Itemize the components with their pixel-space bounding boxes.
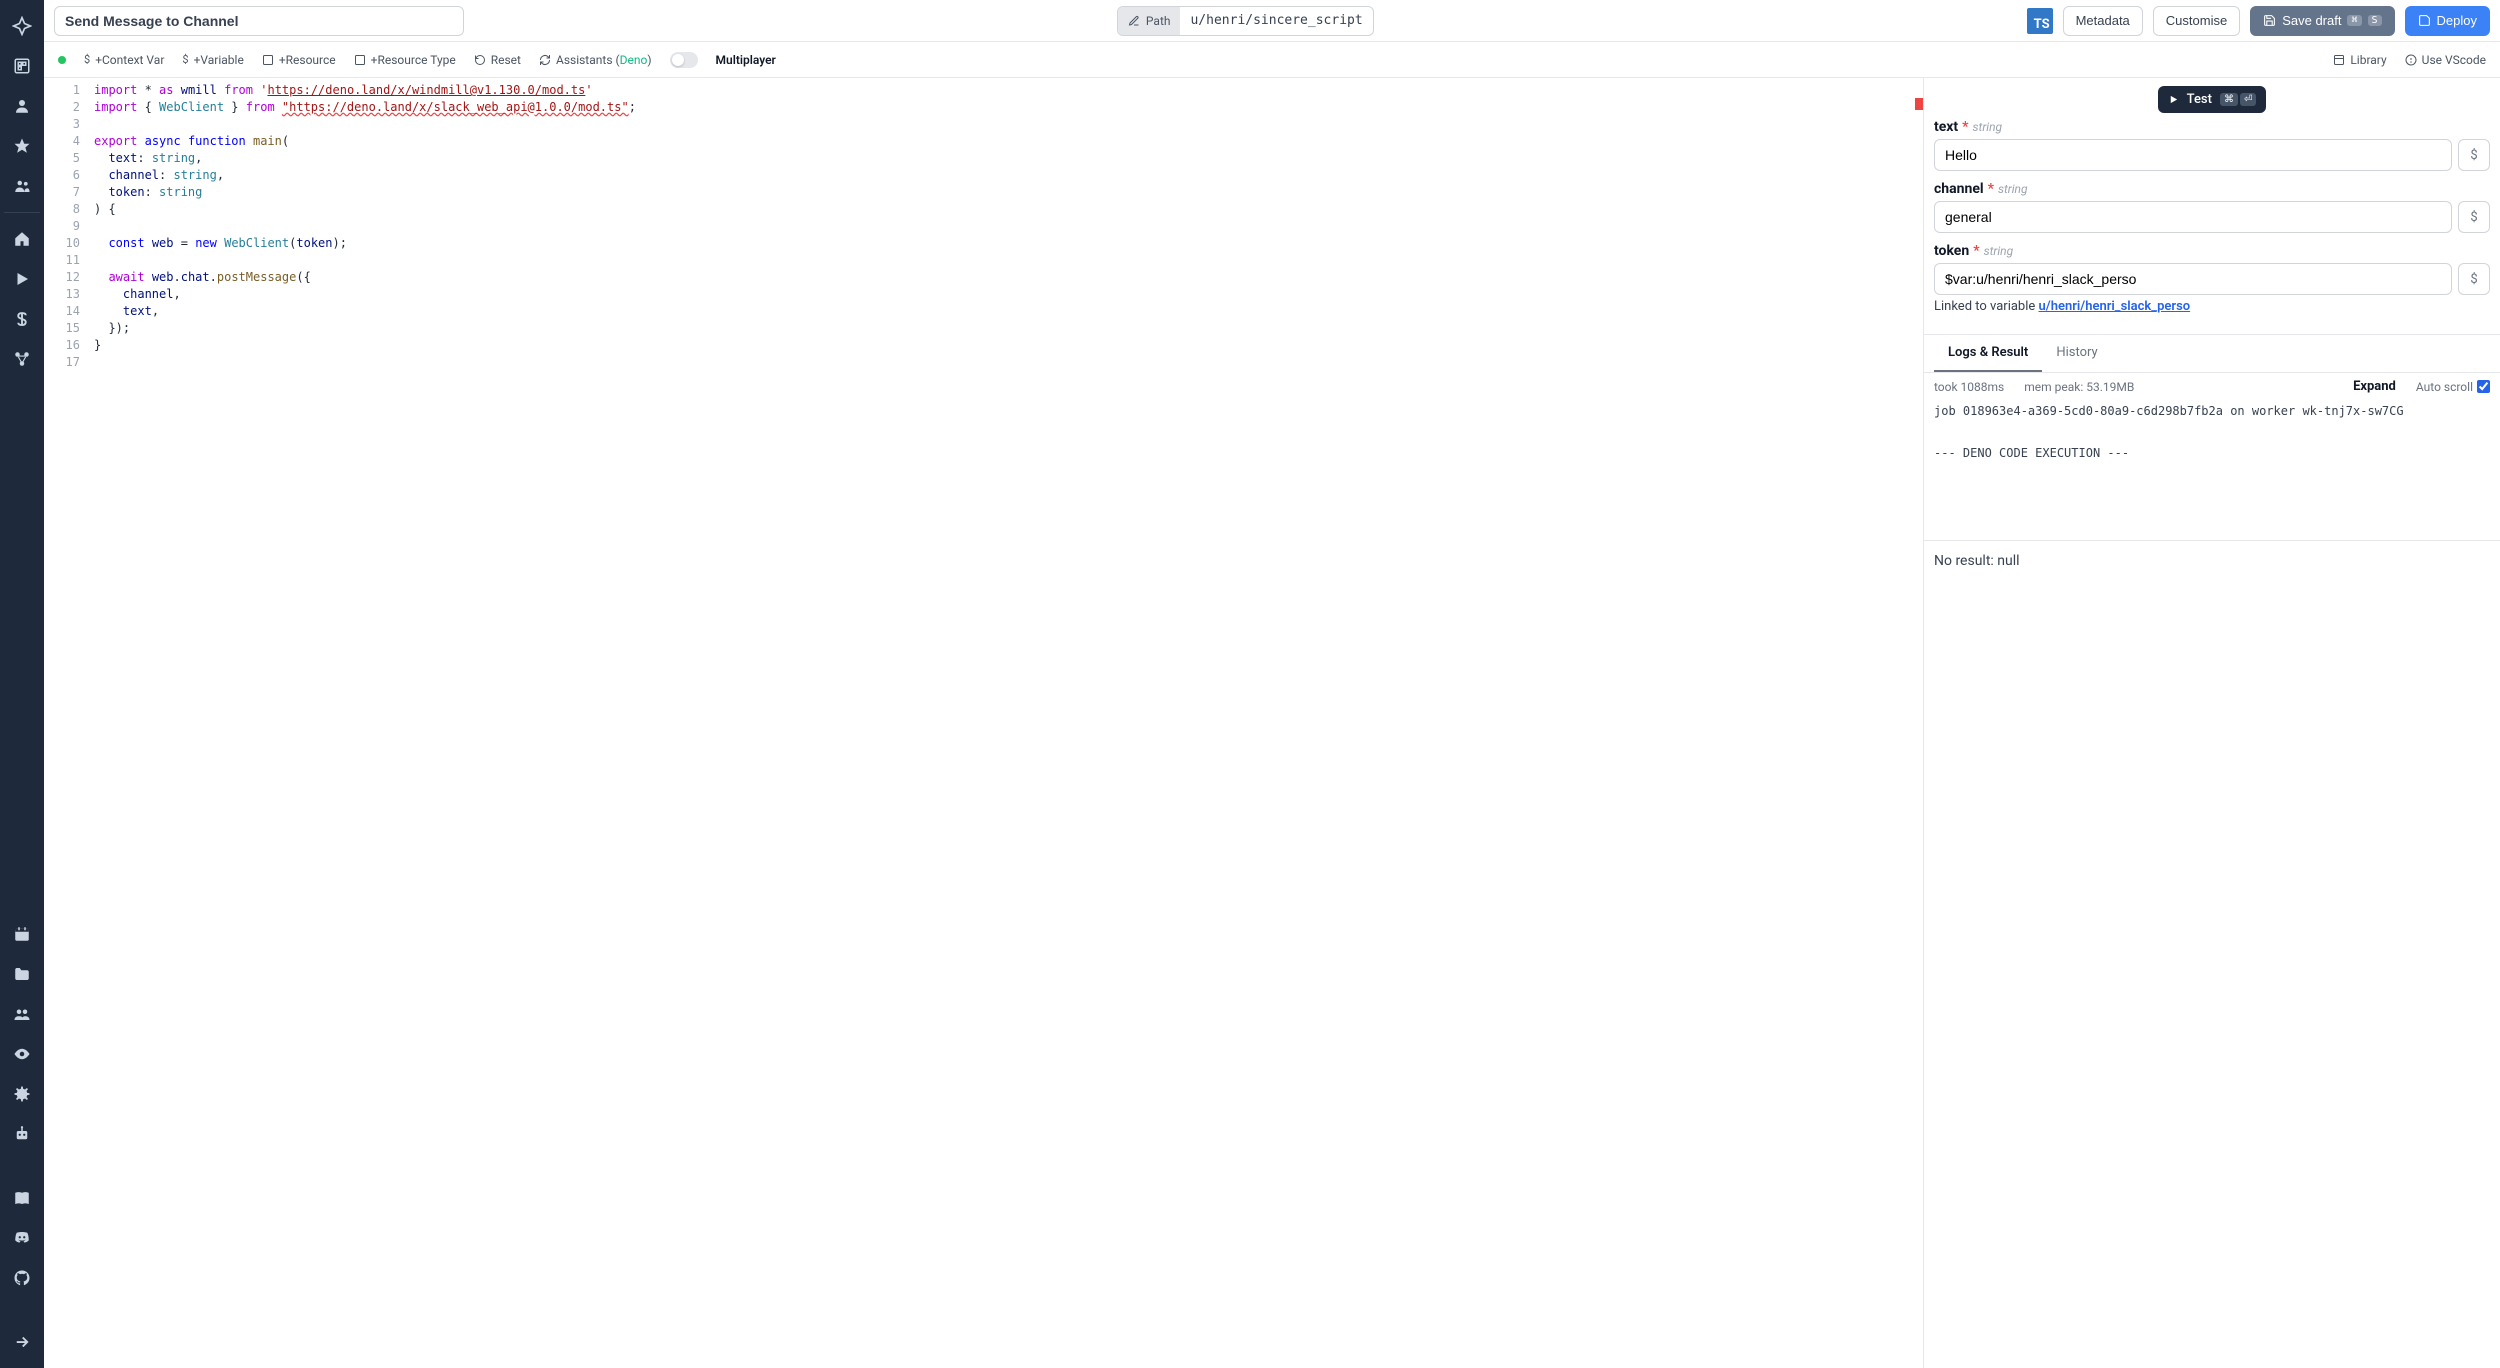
home-icon[interactable] [4,221,40,257]
save-draft-button[interactable]: Save draft ⌘ S [2250,6,2394,36]
dollar-icon[interactable] [4,301,40,337]
autoscroll-label: Auto scroll [2416,380,2473,394]
book-icon[interactable] [4,1180,40,1216]
library-button[interactable]: Library [2333,53,2386,67]
path-value: u/henri/sincere_script [1180,13,1372,28]
result-area: No result: null [1924,540,2500,1368]
folder-icon[interactable] [4,956,40,992]
code-content[interactable]: import * as wmill from 'https://deno.lan… [88,78,1923,1368]
people-icon[interactable] [4,168,40,204]
add-context-var-button[interactable]: $+Context Var [84,53,164,67]
github-icon[interactable] [4,1260,40,1296]
star-icon[interactable] [4,128,40,164]
status-dot-icon [58,56,66,64]
linked-variable-text: Linked to variable u/henri/henri_slack_p… [1934,299,2490,314]
sidebar [0,0,44,1368]
variable-picker-token[interactable]: $ [2458,263,2490,295]
add-variable-button[interactable]: $+Variable [182,53,243,67]
workspace-icon[interactable] [4,48,40,84]
group-icon[interactable] [4,996,40,1032]
tab-logs[interactable]: Logs & Result [1934,335,2042,372]
discord-icon[interactable] [4,1220,40,1256]
cluster-icon[interactable] [4,341,40,377]
add-resource-type-button[interactable]: +Resource Type [354,53,456,67]
gear-icon[interactable] [4,1076,40,1112]
calendar-icon[interactable] [4,916,40,952]
variable-picker-text[interactable]: $ [2458,139,2490,171]
right-panel: Test ⌘ ⏎ text* string $ channel* string $ to… [1924,78,2500,1368]
deploy-button[interactable]: Deploy [2405,6,2490,36]
log-mem: mem peak: 53.19MB [2024,380,2134,394]
tab-history[interactable]: History [2042,335,2111,372]
header-top: Path u/henri/sincere_script TS Metadata … [44,0,2500,42]
logo-icon[interactable] [4,8,40,44]
multiplayer-label: Multiplayer [716,53,776,67]
line-gutter: 1234567891011121314151617 [44,78,88,1368]
multiplayer-toggle[interactable] [670,52,698,68]
token-input[interactable] [1934,263,2452,295]
user-icon[interactable] [4,88,40,124]
language-badge: TS [2027,8,2053,34]
log-output: job 018963e4-a369-5cd0-80a9-c6d298b7fb2a… [1924,400,2500,540]
add-resource-button[interactable]: +Resource [262,53,336,67]
collapse-icon[interactable] [4,1324,40,1360]
reset-button[interactable]: Reset [474,53,521,67]
metadata-button[interactable]: Metadata [2063,6,2143,36]
use-vscode-button[interactable]: Use VScode [2405,53,2486,67]
robot-icon[interactable] [4,1116,40,1152]
customise-button[interactable]: Customise [2153,6,2240,36]
test-button[interactable]: Test ⌘ ⏎ [2158,86,2267,113]
field-label-channel: channel* string [1934,181,2490,197]
error-marker-icon [1915,98,1923,110]
log-took: took 1088ms [1934,380,2004,394]
text-input[interactable] [1934,139,2452,171]
channel-input[interactable] [1934,201,2452,233]
autoscroll-checkbox[interactable] [2477,380,2490,393]
play-icon[interactable] [4,261,40,297]
path-label: Path [1118,7,1181,35]
field-label-token: token* string [1934,243,2490,259]
log-meta: took 1088ms mem peak: 53.19MB Expand Aut… [1924,373,2500,400]
code-editor[interactable]: 1234567891011121314151617 import * as wm… [44,78,1924,1368]
result-tabs: Logs & Result History [1924,334,2500,373]
assistants-button[interactable]: Assistants (Deno) [539,53,652,67]
expand-button[interactable]: Expand [2353,379,2396,394]
eye-icon[interactable] [4,1036,40,1072]
editor-toolbar: $+Context Var $+Variable +Resource +Reso… [44,42,2500,78]
linked-variable-link[interactable]: u/henri/henri_slack_perso [2039,299,2191,314]
field-label-text: text* string [1934,119,2490,135]
script-title-input[interactable] [54,6,464,36]
path-group[interactable]: Path u/henri/sincere_script [1117,6,1374,36]
variable-picker-channel[interactable]: $ [2458,201,2490,233]
